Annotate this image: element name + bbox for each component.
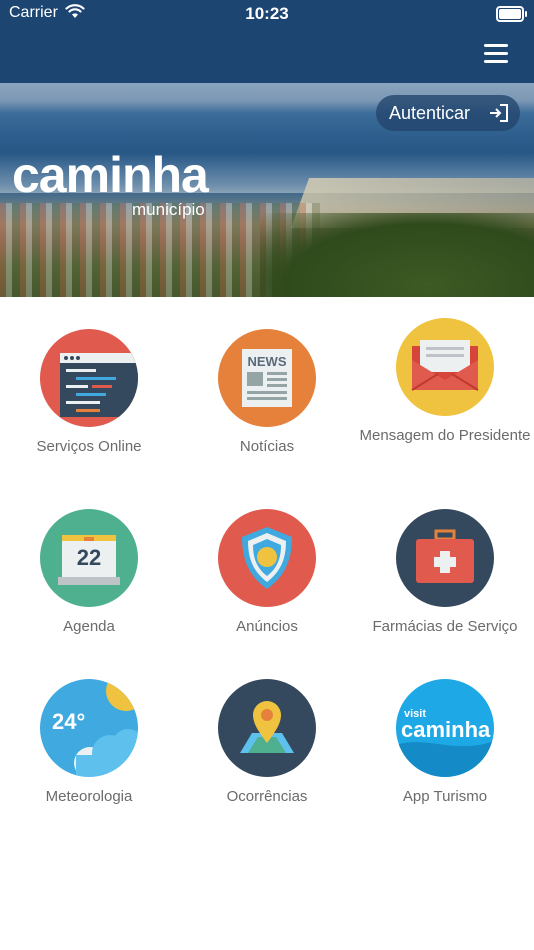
tile-label: Notícias — [239, 438, 295, 455]
tile-label: Farmácias de Serviço — [372, 618, 518, 635]
tile-pharmacies[interactable]: Farmácias de Serviço — [356, 509, 534, 637]
tile-occurrences[interactable]: Ocorrências — [178, 679, 356, 807]
tile-news[interactable]: NEWS Notícias — [178, 329, 356, 457]
calendar-day: 22 — [77, 545, 101, 570]
logo-sub: município — [132, 200, 205, 219]
tile-president-message[interactable]: Mensagem do Presidente — [356, 318, 534, 446]
calendar-icon: 22 — [40, 509, 138, 607]
tile-online-services[interactable]: Serviços Online — [0, 329, 178, 457]
first-aid-kit-icon — [396, 509, 494, 607]
hamburger-menu-icon[interactable] — [484, 44, 508, 64]
weather-icon: 24° — [40, 679, 138, 777]
news-icon: NEWS — [218, 329, 316, 427]
hero-trees — [260, 213, 534, 297]
tile-label: Serviços Online — [36, 438, 142, 455]
tile-agenda[interactable]: 22 Agenda — [0, 509, 178, 637]
online-services-icon — [40, 329, 138, 427]
status-bar: Carrier 10:23 — [0, 0, 534, 30]
shield-icon — [218, 509, 316, 607]
temperature-label: 24° — [52, 709, 85, 734]
tile-label: Anúncios — [236, 618, 298, 635]
tile-label: App Turismo — [402, 788, 488, 805]
battery-icon — [496, 6, 527, 22]
logo-main: caminha — [12, 147, 209, 203]
authenticate-label: Autenticar — [389, 103, 471, 123]
authenticate-button[interactable]: Autenticar — [376, 95, 520, 131]
logo: caminha município — [12, 147, 209, 219]
tile-weather[interactable]: 24° Meteorologia — [0, 679, 178, 807]
tile-label: Mensagem do Presidente — [359, 427, 531, 444]
clock: 10:23 — [245, 4, 289, 23]
tile-label: Ocorrências — [226, 788, 308, 805]
visit-caminha-icon: visit caminha — [396, 679, 494, 777]
sign-in-icon — [490, 104, 508, 122]
tile-label: Meteorologia — [45, 788, 133, 805]
envelope-icon — [396, 318, 494, 416]
top-bar: Carrier 10:23 — [0, 0, 534, 83]
tile-tourism-app[interactable]: visit caminha App Turismo — [356, 679, 534, 807]
svg-text:NEWS: NEWS — [248, 354, 287, 369]
map-pin-icon — [218, 679, 316, 777]
brand-caminha: caminha — [401, 717, 491, 742]
tile-label: Agenda — [63, 618, 115, 635]
tile-announcements[interactable]: Anúncios — [178, 509, 356, 637]
